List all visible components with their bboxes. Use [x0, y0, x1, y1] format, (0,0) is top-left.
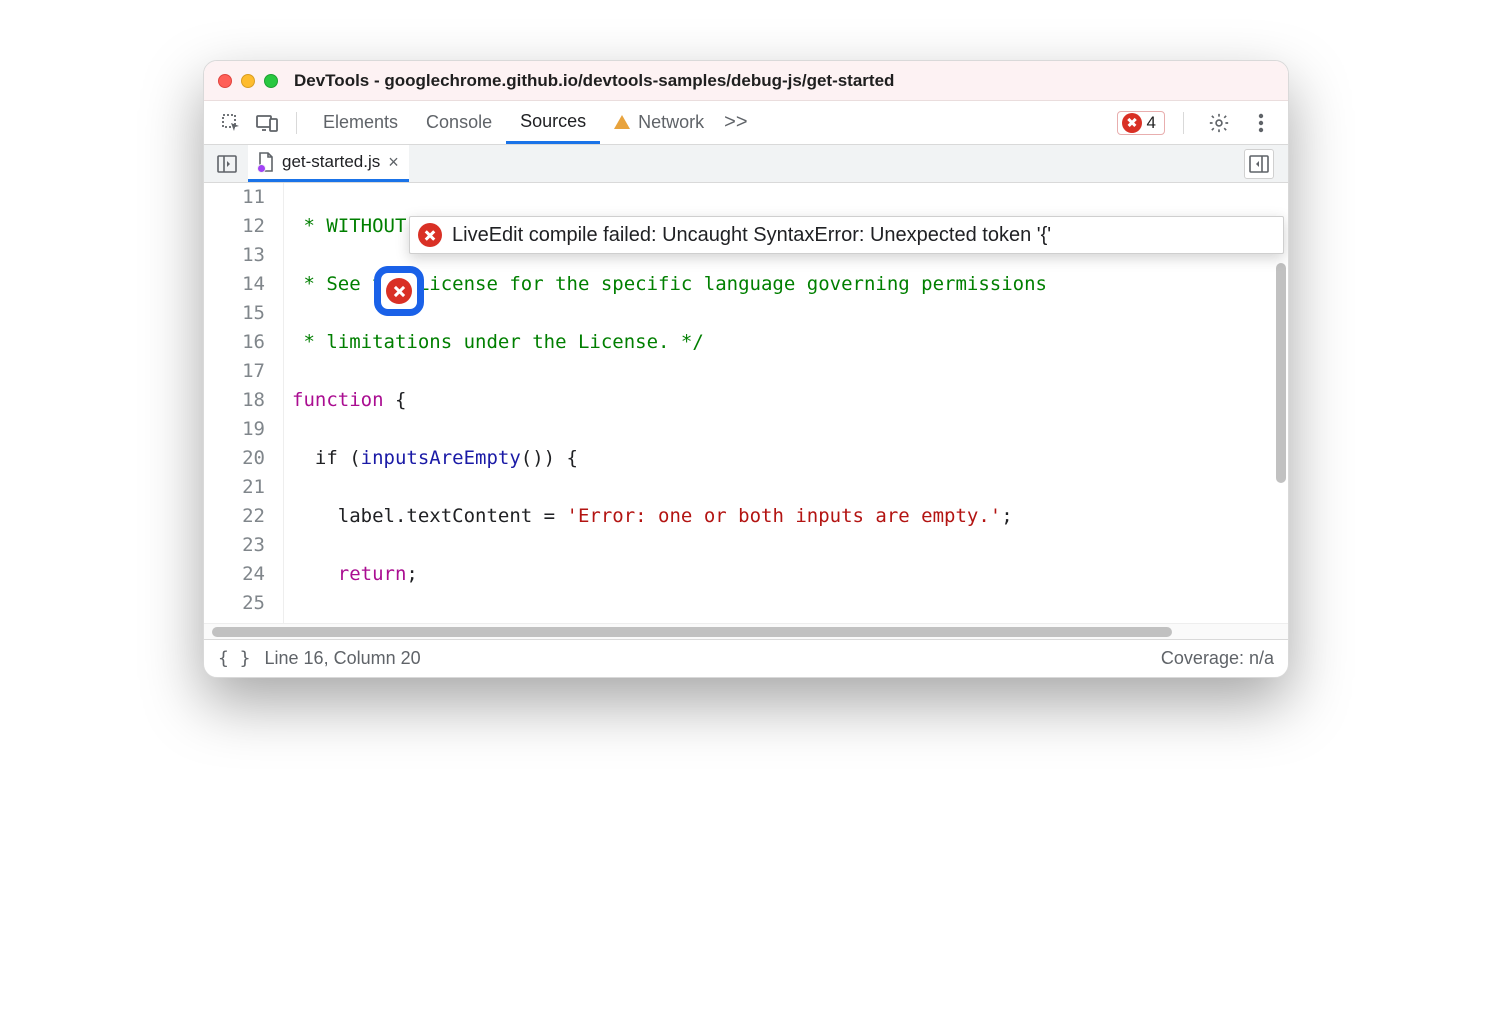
tab-sources[interactable]: Sources — [506, 101, 600, 144]
warning-icon — [614, 115, 630, 129]
toolbar-divider — [296, 112, 297, 134]
error-count: 4 — [1147, 113, 1156, 133]
settings-gear-icon[interactable] — [1202, 106, 1236, 140]
file-icon — [258, 152, 274, 172]
file-tab-bar: get-started.js × — [204, 145, 1288, 183]
devtools-window: DevTools - googlechrome.github.io/devtoo… — [203, 60, 1289, 678]
show-navigator-icon[interactable] — [212, 149, 242, 179]
line-number[interactable]: 24 — [204, 560, 265, 589]
vertical-scrollbar[interactable] — [1276, 263, 1286, 483]
tab-elements[interactable]: Elements — [309, 101, 412, 144]
horizontal-scrollbar-thumb[interactable] — [212, 627, 1172, 637]
cursor-position: Line 16, Column 20 — [265, 648, 421, 669]
close-tab-icon[interactable]: × — [388, 152, 399, 173]
line-number[interactable]: 21 — [204, 473, 265, 502]
inspect-element-icon[interactable] — [214, 106, 248, 140]
toolbar-divider — [1183, 112, 1184, 134]
code-text: label.textContent = — [292, 505, 567, 527]
code-text: { — [384, 389, 407, 411]
minimize-window-button[interactable] — [241, 74, 255, 88]
code-text: if ( — [292, 447, 361, 469]
line-number[interactable]: 11 — [204, 183, 265, 212]
file-name: get-started.js — [282, 152, 380, 172]
code-text: * limitations under the License. */ — [292, 331, 704, 353]
code-text: ; — [1001, 505, 1012, 527]
error-tooltip-text: LiveEdit compile failed: Uncaught Syntax… — [452, 224, 1051, 247]
line-number[interactable]: 23 — [204, 531, 265, 560]
kebab-menu-icon[interactable] — [1244, 106, 1278, 140]
pretty-print-icon[interactable]: { } — [218, 648, 251, 669]
tab-network-label: Network — [638, 112, 704, 133]
inline-error-marker[interactable] — [374, 266, 424, 316]
line-number[interactable]: 12 — [204, 212, 265, 241]
panel-tabs: Elements Console Sources Network >> — [309, 101, 754, 144]
coverage-status: Coverage: n/a — [1161, 648, 1274, 669]
file-tab[interactable]: get-started.js × — [248, 145, 409, 182]
main-toolbar: Elements Console Sources Network >> 4 — [204, 101, 1288, 145]
tab-network[interactable]: Network — [600, 101, 718, 144]
horizontal-scrollbar-track[interactable] — [204, 623, 1288, 639]
window-title: DevTools - googlechrome.github.io/devtoo… — [294, 71, 894, 91]
code-text: 'Error: one or both inputs are empty.' — [567, 505, 1002, 527]
device-toggle-icon[interactable] — [250, 106, 284, 140]
line-number[interactable]: 22 — [204, 502, 265, 531]
line-number[interactable]: 25 — [204, 589, 265, 618]
line-number[interactable]: 18 — [204, 386, 265, 415]
close-window-button[interactable] — [218, 74, 232, 88]
line-number[interactable]: 13 — [204, 241, 265, 270]
code-text: ()) { — [521, 447, 578, 469]
line-number[interactable]: 20 — [204, 444, 265, 473]
error-tooltip: LiveEdit compile failed: Uncaught Syntax… — [409, 216, 1284, 254]
unsaved-dot-icon — [257, 164, 266, 173]
error-icon — [1122, 113, 1142, 133]
editor-area: 11 12 13 14 15 16 17 18 19 20 21 22 23 2… — [204, 183, 1288, 623]
titlebar: DevTools - googlechrome.github.io/devtoo… — [204, 61, 1288, 101]
code-text: inputsAreEmpty — [361, 447, 521, 469]
error-icon — [418, 223, 442, 247]
line-gutter: 11 12 13 14 15 16 17 18 19 20 21 22 23 2… — [204, 183, 284, 623]
code-text: } — [292, 621, 326, 623]
maximize-window-button[interactable] — [264, 74, 278, 88]
line-number[interactable]: 14 — [204, 270, 265, 299]
line-number[interactable]: 17 — [204, 357, 265, 386]
window-controls — [218, 74, 278, 88]
error-count-badge[interactable]: 4 — [1117, 111, 1165, 135]
more-tabs-button[interactable]: >> — [718, 111, 753, 134]
error-icon — [386, 278, 412, 304]
code-text: return — [338, 563, 407, 585]
line-number[interactable]: 16 — [204, 328, 265, 357]
line-number[interactable]: 15 — [204, 299, 265, 328]
code-text: function — [292, 389, 384, 411]
code-text: ; — [406, 563, 417, 585]
toolbar-right: 4 — [1117, 106, 1278, 140]
statusbar: { } Line 16, Column 20 Coverage: n/a — [204, 639, 1288, 677]
line-number[interactable]: 19 — [204, 415, 265, 444]
code-text — [292, 563, 338, 585]
tab-console[interactable]: Console — [412, 101, 506, 144]
show-debugger-icon[interactable] — [1244, 149, 1274, 179]
